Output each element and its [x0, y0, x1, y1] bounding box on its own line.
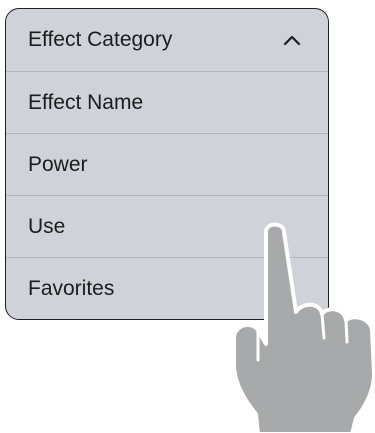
menu-item-label: Power: [28, 152, 88, 176]
menu-item-label: Effect Name: [28, 90, 144, 114]
pointing-hand-icon: [232, 222, 375, 433]
chevron-up-icon[interactable]: [282, 30, 302, 50]
screen: Effect Category Effect Name Power Use Fa…: [0, 0, 375, 433]
menu-item-effect-name[interactable]: Effect Name: [6, 71, 328, 133]
menu-item-power[interactable]: Power: [6, 133, 328, 195]
menu-header-label: Effect Category: [28, 28, 173, 51]
menu-header-effect-category[interactable]: Effect Category: [6, 9, 328, 71]
